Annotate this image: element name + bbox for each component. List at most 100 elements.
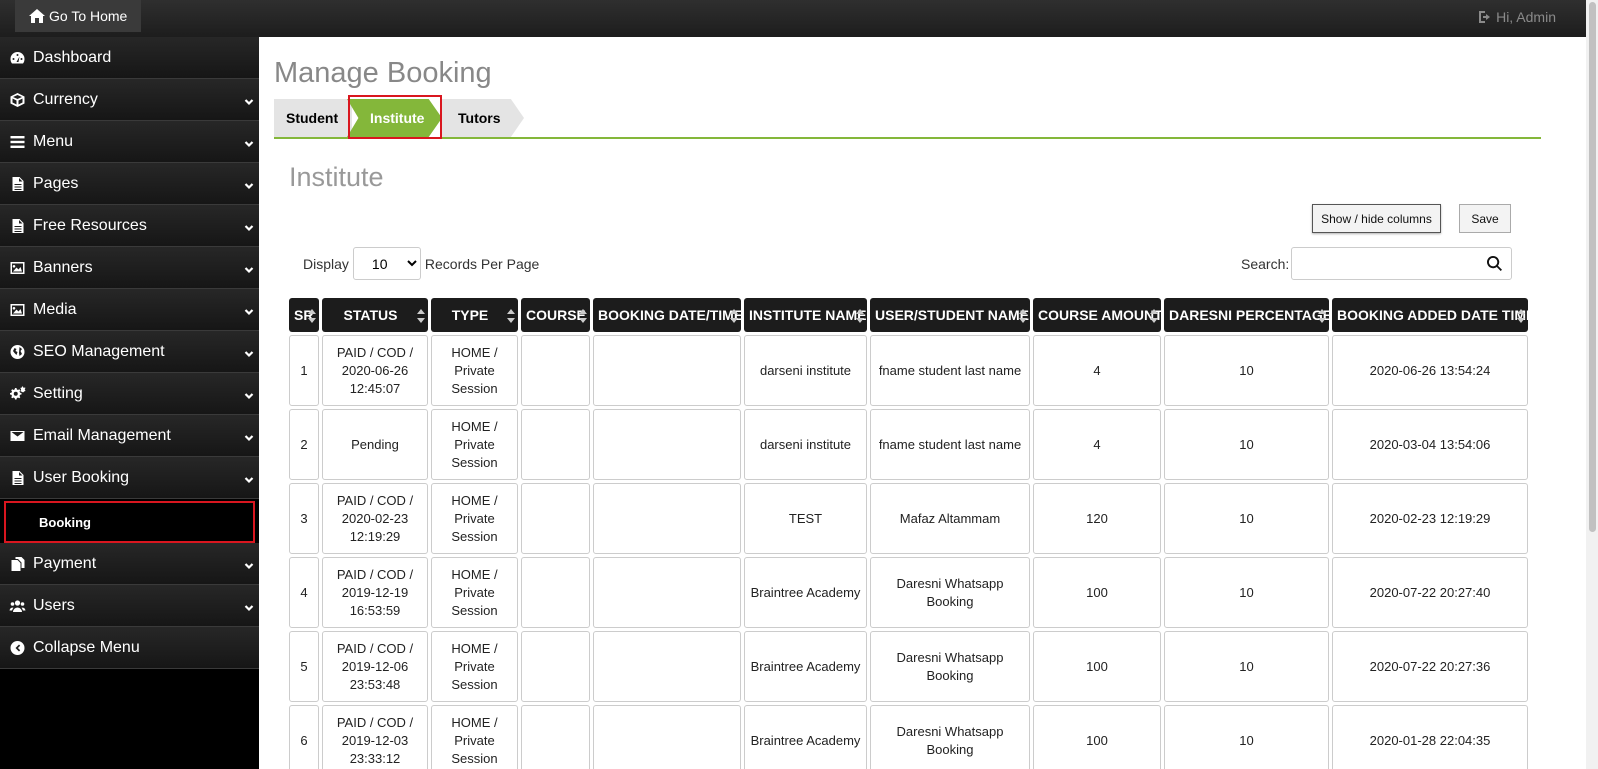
table-cell: 3 — [289, 483, 319, 554]
chevron-down-icon — [244, 472, 254, 484]
column-header-label: BOOKING ADDED DATE TIME — [1337, 307, 1528, 323]
sidebar-item-dashboard[interactable]: Dashboard — [0, 37, 259, 79]
table-cell: 6 — [289, 705, 319, 769]
booking-tabs: Student Tutors Institute — [274, 95, 1541, 139]
table-cell: PAID / COD / 2019-12-03 23:33:12 — [322, 705, 428, 769]
table-cell — [521, 483, 590, 554]
column-header-sr[interactable]: SR — [289, 298, 319, 332]
table-row: 4 PAID / COD / 2019-12-19 16:53:59 HOME / … — [289, 557, 1528, 628]
user-menu[interactable]: Hi, Admin — [1478, 9, 1556, 25]
sidebar-item-label: Banners — [33, 258, 93, 276]
column-header-label: BOOKING DATE/TIME — [598, 307, 741, 323]
table-cell: PAID / COD / 2020-02-23 12:19:29 — [322, 483, 428, 554]
chevron-down-icon — [244, 558, 254, 570]
tab-tutors[interactable]: Tutors — [442, 99, 524, 137]
table-row: 5 PAID / COD / 2019-12-06 23:53:48 HOME / … — [289, 631, 1528, 702]
sidebar-item-setting[interactable]: Setting — [0, 373, 259, 415]
sort-icon — [730, 309, 738, 323]
column-header-institute-name[interactable]: INSTITUTE NAME — [744, 298, 867, 332]
sidebar-item-label: SEO Management — [33, 342, 165, 360]
table-cell: Pending — [322, 409, 428, 480]
sidebar-item-menu[interactable]: Menu — [0, 121, 259, 163]
chevron-down-icon — [244, 178, 254, 190]
column-header-daresni-percentage[interactable]: DARESNI PERCENTAGE — [1164, 298, 1329, 332]
table-cell: 10 — [1164, 483, 1329, 554]
sidebar-item-pages[interactable]: Pages — [0, 163, 259, 205]
home-icon — [29, 9, 45, 23]
sidebar-item-currency[interactable]: Currency — [0, 79, 259, 121]
sort-icon — [1517, 309, 1525, 323]
table-cell: Braintree Academy — [744, 557, 867, 628]
sidebar-item-label: Payment — [33, 554, 97, 572]
sidebar-item-collapse-menu[interactable]: Collapse Menu — [0, 627, 259, 669]
sort-icon — [579, 309, 587, 323]
sidebar-item-media[interactable]: Media — [0, 289, 259, 331]
column-header-course[interactable]: COURSE — [521, 298, 590, 332]
chevron-down-icon — [244, 430, 254, 442]
table-cell: 2 — [289, 409, 319, 480]
table-cell: fname student last name — [870, 335, 1030, 406]
chevron-down-icon — [244, 94, 254, 106]
table-cell: PAID / COD / 2019-12-19 16:53:59 — [322, 557, 428, 628]
sort-icon — [417, 309, 425, 323]
column-header-type[interactable]: TYPE — [431, 298, 518, 332]
sidebar-item-email-management[interactable]: Email Management — [0, 415, 259, 457]
column-header-label: DARESNI PERCENTAGE — [1169, 307, 1329, 323]
table-cell: fname student last name — [870, 409, 1030, 480]
table-cell: Daresni Whatsapp Booking — [870, 631, 1030, 702]
envelope-icon — [8, 428, 26, 444]
page-length-control: Display 10 Records Per Page — [303, 247, 539, 280]
sidebar-item-banners[interactable]: Banners — [0, 247, 259, 289]
table-cell: Daresni Whatsapp Booking — [870, 557, 1030, 628]
records-per-page-select[interactable]: 10 — [352, 247, 421, 280]
page-title: Manage Booking — [274, 57, 492, 89]
go-to-home-label: Go To Home — [49, 8, 128, 24]
column-header-status[interactable]: STATUS — [322, 298, 428, 332]
sidebar-item-user-booking[interactable]: User Booking — [0, 457, 259, 499]
sidebar-item-free-resources[interactable]: Free Resources — [0, 205, 259, 247]
search-control: Search: — [1241, 247, 1513, 280]
show-hide-columns-button[interactable]: Show / hide columns — [1312, 204, 1441, 233]
tab-institute[interactable]: Institute — [347, 99, 442, 137]
column-header-label: COURSE AMOUNT — [1038, 307, 1161, 323]
go-to-home-button[interactable]: Go To Home — [15, 0, 141, 32]
chevron-down-icon — [244, 220, 254, 232]
column-header-label: INSTITUTE NAME — [749, 307, 867, 323]
table-cell: 5 — [289, 631, 319, 702]
table-cell — [521, 335, 590, 406]
column-header-booking-date-time[interactable]: BOOKING DATE/TIME — [593, 298, 741, 332]
search-input[interactable] — [1292, 248, 1483, 279]
sidebar-item-label: Email Management — [33, 426, 171, 444]
file-icon — [8, 470, 26, 486]
chevron-down-icon — [244, 262, 254, 274]
table-cell: 2020-01-28 22:04:35 — [1332, 705, 1528, 769]
column-header-label: USER/STUDENT NAME — [875, 307, 1030, 323]
chevron-down-icon — [244, 136, 254, 148]
section-title: Institute — [289, 162, 384, 192]
sidebar-item-label: Free Resources — [33, 216, 147, 234]
dashboard-icon — [8, 50, 26, 66]
sidebar-subitem-booking[interactable]: Booking — [4, 501, 255, 543]
sidebar-item-label: Media — [33, 300, 77, 318]
sidebar-item-seo-management[interactable]: SEO Management — [0, 331, 259, 373]
scrollbar-thumb[interactable] — [1589, 2, 1596, 532]
save-button[interactable]: Save — [1459, 204, 1511, 233]
search-icon[interactable] — [1487, 256, 1503, 271]
sidebar-item-payment[interactable]: Payment — [0, 543, 259, 585]
bars-icon — [8, 134, 26, 150]
table-row: 3 PAID / COD / 2020-02-23 12:19:29 HOME / … — [289, 483, 1528, 554]
sidebar-item-users[interactable]: Users — [0, 585, 259, 627]
table-cell: HOME / Private Session — [431, 705, 518, 769]
top-bar: Go To Home Hi, Admin — [0, 0, 1598, 37]
booking-table: SR STATUS TYPE COURSE BOOKING DATE/TIME INSTI… — [286, 295, 1531, 769]
column-header-booking-added-date-time[interactable]: BOOKING ADDED DATE TIME — [1332, 298, 1528, 332]
table-cell: 10 — [1164, 335, 1329, 406]
column-header-label: STATUS — [343, 307, 398, 323]
vertical-scrollbar[interactable] — [1586, 0, 1598, 769]
column-header-course-amount[interactable]: COURSE AMOUNT — [1033, 298, 1161, 332]
tab-student[interactable]: Student — [274, 99, 352, 137]
sort-icon — [1150, 309, 1158, 323]
table-cell: 10 — [1164, 557, 1329, 628]
file-icon — [8, 176, 26, 192]
column-header-user-student-name[interactable]: USER/STUDENT NAME — [870, 298, 1030, 332]
